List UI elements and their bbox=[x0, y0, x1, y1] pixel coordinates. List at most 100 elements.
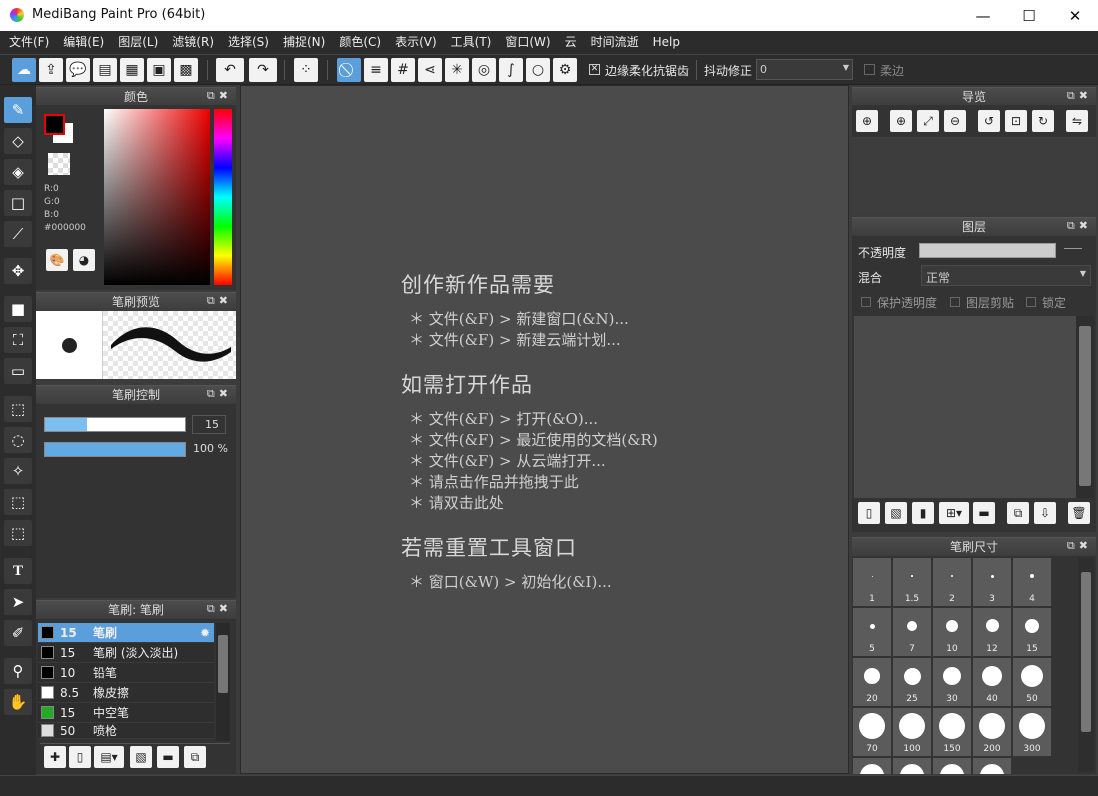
new-color-layer-icon[interactable]: ▧ bbox=[885, 502, 907, 524]
list-item[interactable]: 15 笔刷 ✹ bbox=[38, 623, 214, 643]
clipping-checkbox[interactable] bbox=[950, 297, 960, 307]
menu-help[interactable]: Help bbox=[646, 31, 687, 54]
hand-tool-icon[interactable]: ✋ bbox=[4, 689, 32, 715]
list-item[interactable]: 8.5 橡皮擦 bbox=[38, 683, 214, 703]
gear-icon[interactable]: ⚙ bbox=[553, 58, 577, 82]
brush-size-option[interactable]: 20 bbox=[853, 658, 891, 706]
lasso-tool-icon[interactable]: ◌ bbox=[4, 427, 32, 453]
add-brush-icon[interactable]: ✚ bbox=[44, 746, 66, 768]
transparent-swatch[interactable] bbox=[48, 153, 70, 175]
menu-snap[interactable]: 捕捉(N) bbox=[276, 31, 332, 54]
magic-wand-tool-icon[interactable]: ✧ bbox=[4, 458, 32, 484]
brush-size-option[interactable]: 100 bbox=[893, 708, 931, 756]
rotate-left-icon[interactable]: ↺ bbox=[978, 110, 1000, 132]
operation-tool-icon[interactable]: ➤ bbox=[4, 589, 32, 615]
brush-menu-icon[interactable]: ▤▾ bbox=[94, 746, 124, 768]
brush-size-option[interactable]: 10 bbox=[933, 608, 971, 656]
zoom-out-icon[interactable]: ⊖ bbox=[944, 110, 966, 132]
brush-size-option[interactable]: 3 bbox=[973, 558, 1011, 606]
panel-buttons[interactable]: ⧉✖ bbox=[1067, 89, 1092, 103]
brush-size-value[interactable]: 15 bbox=[192, 415, 226, 434]
navigator-preview[interactable] bbox=[852, 137, 1096, 213]
ellipse-snap-icon[interactable]: ○ bbox=[526, 58, 550, 82]
brush-size-option[interactable]: 1 bbox=[853, 558, 891, 606]
gradient-tool-icon[interactable]: ▭ bbox=[4, 358, 32, 384]
palette-icon[interactable]: 🎨 bbox=[46, 249, 68, 271]
new-layer-icon[interactable]: ▯ bbox=[858, 502, 880, 524]
fit-window-icon[interactable]: ⤢ bbox=[917, 110, 939, 132]
list-item[interactable]: 10 铅笔 bbox=[38, 663, 214, 683]
brush-size-option[interactable] bbox=[973, 758, 1011, 774]
panel-buttons[interactable]: ⧉✖ bbox=[207, 602, 232, 616]
menu-window[interactable]: 窗口(W) bbox=[498, 31, 557, 54]
brush-size-option[interactable]: 50 bbox=[1013, 658, 1051, 706]
shape-tool-icon[interactable]: □ bbox=[4, 190, 32, 216]
brush-size-option[interactable]: 7 bbox=[893, 608, 931, 656]
close-button[interactable]: ✕ bbox=[1052, 0, 1098, 31]
message-icon[interactable]: ▤ bbox=[93, 58, 117, 82]
list-item[interactable]: 50 喷枪 bbox=[38, 723, 214, 739]
new-halftone-layer-icon[interactable]: ▮ bbox=[912, 502, 934, 524]
parallel-snap-icon[interactable]: ≡ bbox=[364, 58, 388, 82]
select-rect-tool-icon[interactable]: ⬚ bbox=[4, 396, 32, 422]
dot-eraser-tool-icon[interactable]: ◈ bbox=[4, 159, 32, 185]
brush-size-option[interactable]: 200 bbox=[973, 708, 1011, 756]
menu-cloud[interactable]: 云 bbox=[558, 31, 584, 54]
brush-size-option[interactable]: 40 bbox=[973, 658, 1011, 706]
minimize-button[interactable]: — bbox=[960, 0, 1006, 31]
brush-size-option[interactable]: 5 bbox=[853, 608, 891, 656]
brush-size-slider[interactable] bbox=[44, 417, 186, 432]
select-pen-tool-icon[interactable]: ⬚ bbox=[4, 489, 32, 515]
zoom-fit-icon[interactable]: ⊕ bbox=[856, 110, 878, 132]
divide-tool-icon[interactable]: ✐ bbox=[4, 620, 32, 646]
text-tool-icon[interactable]: T bbox=[4, 558, 32, 584]
brush-size-option[interactable]: 1.5 bbox=[893, 558, 931, 606]
blend-mode-select[interactable]: 正常 ▼ bbox=[921, 265, 1091, 286]
share-icon[interactable]: ⇪ bbox=[39, 58, 63, 82]
perspective-snap-icon[interactable]: ⋖ bbox=[418, 58, 442, 82]
menu-filter[interactable]: 滤镜(R) bbox=[165, 31, 221, 54]
foreground-color-swatch[interactable] bbox=[44, 114, 65, 135]
grid-snap-icon[interactable]: # bbox=[391, 58, 415, 82]
menu-tools[interactable]: 工具(T) bbox=[444, 31, 499, 54]
soft-edge-checkbox[interactable] bbox=[864, 64, 875, 75]
radial-snap-icon[interactable]: ✳ bbox=[445, 58, 469, 82]
folder-icon[interactable]: ▬ bbox=[973, 502, 995, 524]
panel-buttons[interactable]: ⧉✖ bbox=[207, 89, 232, 103]
maximize-button[interactable]: ☐ bbox=[1006, 0, 1052, 31]
antialias-checkbox[interactable]: ✕ bbox=[589, 64, 600, 75]
layer-list[interactable] bbox=[854, 316, 1076, 498]
folder-icon[interactable]: ▬ bbox=[157, 746, 179, 768]
snap-off-icon[interactable]: ⃠ bbox=[337, 58, 361, 82]
layer-opacity-slider[interactable] bbox=[919, 243, 1056, 258]
document-icon[interactable]: ▦ bbox=[120, 58, 144, 82]
list-item[interactable]: 15 笔刷 (淡入淡出) bbox=[38, 643, 214, 663]
fill-rect-tool-icon[interactable]: ■ bbox=[4, 296, 32, 322]
new-brush-icon[interactable]: ▯ bbox=[69, 746, 91, 768]
canvas-area[interactable]: 创作新作品需要 ＊ 文件(&F) > 新建窗口(&N)... ＊ 文件(&F) … bbox=[240, 85, 849, 774]
panel-buttons[interactable]: ⧉✖ bbox=[1067, 539, 1092, 553]
brush-size-option[interactable]: 25 bbox=[893, 658, 931, 706]
comment-icon[interactable]: 💬 bbox=[66, 58, 90, 82]
stabilizer-select[interactable]: 0 ▼ bbox=[756, 59, 853, 80]
undo-icon[interactable]: ↶ bbox=[216, 58, 244, 82]
brush-opacity-slider[interactable] bbox=[44, 442, 186, 457]
rotate-right-icon[interactable]: ↻ bbox=[1032, 110, 1054, 132]
menu-color[interactable]: 颜色(C) bbox=[332, 31, 388, 54]
menu-view[interactable]: 表示(V) bbox=[388, 31, 444, 54]
layer-list-scrollbar[interactable] bbox=[1076, 316, 1094, 498]
palette-icon[interactable]: ▩ bbox=[174, 58, 198, 82]
menu-select[interactable]: 选择(S) bbox=[221, 31, 276, 54]
brush-size-option[interactable] bbox=[933, 758, 971, 774]
add-layer-menu-icon[interactable]: ⊞▾ bbox=[939, 502, 969, 524]
brush-list-scrollbar[interactable] bbox=[216, 623, 230, 741]
brush-size-option[interactable] bbox=[893, 758, 931, 774]
eyedropper-tool-icon[interactable]: ⚲ bbox=[4, 658, 32, 684]
brush-size-option[interactable] bbox=[853, 758, 891, 774]
line-tool-icon[interactable]: ⟋ bbox=[4, 221, 32, 247]
brush-size-option[interactable]: 15 bbox=[1013, 608, 1051, 656]
brush-size-option[interactable]: 150 bbox=[933, 708, 971, 756]
settings-doc-icon[interactable]: ▣ bbox=[147, 58, 171, 82]
move-tool-icon[interactable]: ✥ bbox=[4, 258, 32, 284]
menu-timelapse[interactable]: 时间流逝 bbox=[584, 31, 646, 54]
